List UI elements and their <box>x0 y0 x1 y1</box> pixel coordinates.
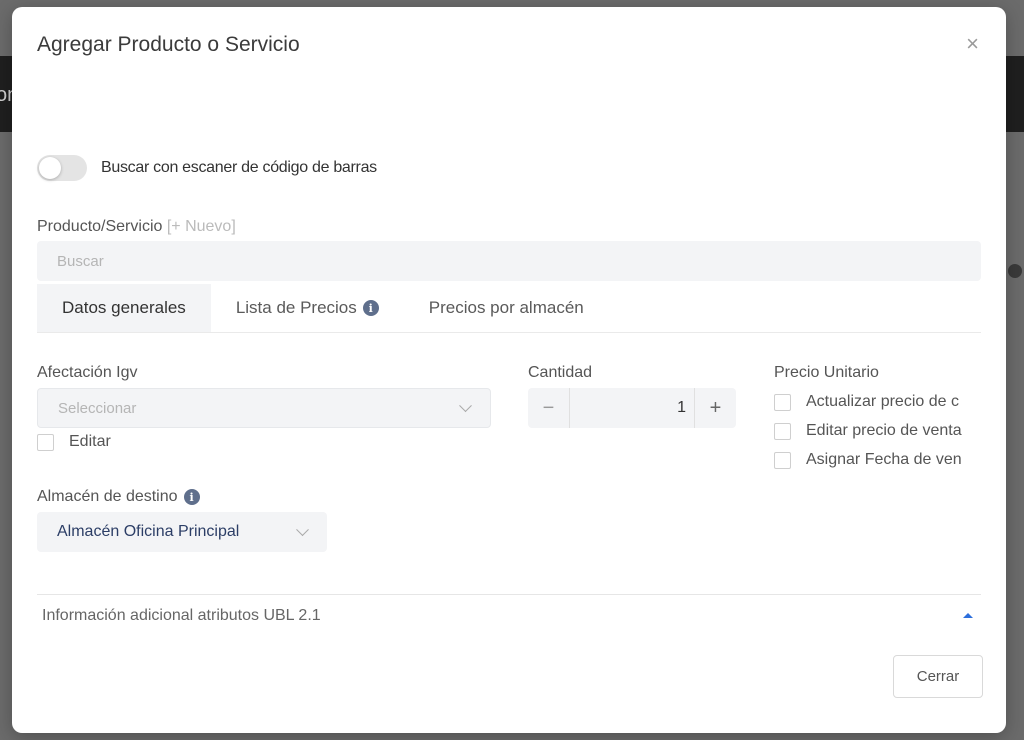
close-icon[interactable]: × <box>966 33 979 55</box>
background-info-icon <box>1008 264 1022 278</box>
chevron-down-icon <box>459 399 472 413</box>
tab-label: Datos generales <box>62 298 186 317</box>
info-icon: i <box>183 489 200 505</box>
edit-sale-price-label: Editar precio de venta <box>806 422 962 439</box>
barcode-toggle-row: Buscar con escaner de código de barras <box>37 155 377 181</box>
caret-up-icon <box>963 613 973 618</box>
warehouse-selected-value: Almacén Oficina Principal <box>57 523 240 540</box>
barcode-scanner-toggle[interactable] <box>37 155 87 181</box>
modal-title: Agregar Producto o Servicio <box>37 33 300 56</box>
igv-select[interactable]: Seleccionar <box>37 388 491 428</box>
igv-select-placeholder: Seleccionar <box>58 399 137 417</box>
warehouse-label-row: Almacén de destino i <box>37 488 200 506</box>
tab-label: Lista de Precios <box>235 298 357 317</box>
update-price-checkbox[interactable] <box>774 393 791 411</box>
tab-precios-por-almacen[interactable]: Precios por almacén <box>404 284 609 332</box>
accordion-label: Información adicional atributos UBL 2.1 <box>42 607 321 624</box>
tab-label: Precios por almacén <box>428 298 584 317</box>
warehouse-label: Almacén de destino <box>37 488 178 505</box>
quantity-increment-button[interactable]: + <box>695 388 736 428</box>
add-product-modal: Agregar Producto o Servicio × Buscar con… <box>12 7 1006 733</box>
toggle-knob <box>39 157 61 179</box>
tab-datos-generales[interactable]: Datos generales <box>37 284 211 332</box>
igv-edit-label: Editar <box>69 433 111 450</box>
info-icon: i <box>362 300 379 316</box>
edit-sale-price-row: Editar precio de venta <box>774 422 962 440</box>
update-price-label: Actualizar precio de c <box>806 393 959 410</box>
new-product-link[interactable]: [+ Nuevo] <box>167 218 236 235</box>
quantity-label: Cantidad <box>528 364 593 381</box>
tab-lista-de-precios[interactable]: Lista de Precios i <box>211 284 404 332</box>
chevron-down-icon <box>296 523 309 537</box>
unit-price-label: Precio Unitario <box>774 364 879 381</box>
assign-due-date-label: Asignar Fecha de ven <box>806 451 962 468</box>
product-label-text: Producto/Servicio <box>37 218 163 235</box>
barcode-toggle-label: Buscar con escaner de código de barras <box>101 159 377 176</box>
unit-price-options: Actualizar precio de c Editar precio de … <box>774 391 980 481</box>
close-button[interactable]: Cerrar <box>893 655 983 698</box>
ubl-attributes-accordion[interactable]: Información adicional atributos UBL 2.1 <box>37 594 981 637</box>
quantity-decrement-button[interactable]: − <box>528 388 569 428</box>
edit-sale-price-checkbox[interactable] <box>774 422 791 440</box>
update-price-row: Actualizar precio de c <box>774 393 959 411</box>
igv-label: Afectación Igv <box>37 364 138 381</box>
igv-edit-checkbox[interactable] <box>37 433 54 451</box>
product-tabs: Datos generales Lista de Precios i Preci… <box>37 284 981 333</box>
assign-due-date-checkbox[interactable] <box>774 451 791 469</box>
assign-due-date-row: Asignar Fecha de ven <box>774 451 962 469</box>
product-field-label: Producto/Servicio [+ Nuevo] <box>37 218 236 236</box>
quantity-stepper: − + <box>528 388 736 428</box>
product-search-input[interactable] <box>37 241 981 281</box>
warehouse-select[interactable]: Almacén Oficina Principal <box>37 512 327 552</box>
igv-edit-row: Editar <box>37 433 111 451</box>
quantity-input[interactable] <box>569 388 695 428</box>
